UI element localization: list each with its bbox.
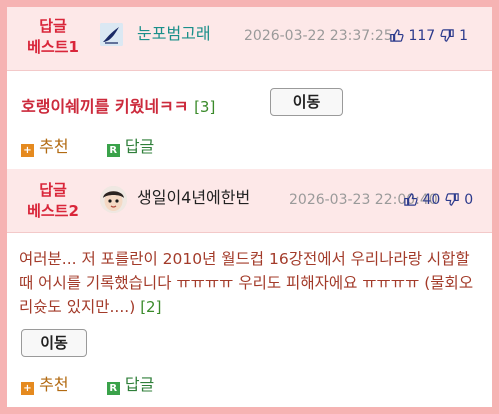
plus-icon: + <box>21 382 34 395</box>
badge-line1: 답글 <box>39 17 67 35</box>
best-badge-1: 답글 베스트1 <box>7 16 99 58</box>
dislike-count: 1 <box>459 28 469 44</box>
thumbs-down-icon[interactable] <box>440 28 459 44</box>
badge-line2: 베스트1 <box>27 38 79 56</box>
thumbs-up-icon[interactable] <box>403 192 422 208</box>
reply-button[interactable]: R 답글 <box>106 375 155 395</box>
avatar[interactable] <box>100 23 123 46</box>
like-count: 40 <box>422 192 441 208</box>
recommend-button[interactable]: + 추천 <box>21 137 74 157</box>
reply-button[interactable]: R 답글 <box>106 137 155 157</box>
username[interactable]: 눈포범고래 <box>137 24 211 44</box>
like-count: 117 <box>408 28 436 44</box>
username[interactable]: 생일이4년에한번 <box>137 188 250 208</box>
reply-r-icon: R <box>106 382 120 395</box>
thumbs-down-icon[interactable] <box>445 192 464 208</box>
plus-icon: + <box>21 144 34 157</box>
comment-text: 여러분... 저 포를란이 2010년 월드컵 16강전에서 우리나라랑 시합할… <box>19 247 481 319</box>
best-comment-header-2: 답글 베스트2 생일이4년에한번 2026-03-23 22:00:40 40 <box>7 169 492 233</box>
vote-box: 40 0 <box>403 190 473 210</box>
reply-label: 답글 <box>124 375 155 394</box>
dislike-count: 0 <box>464 192 474 208</box>
move-button[interactable]: 이동 <box>270 88 343 116</box>
comment-body: 여러분... 저 포를란이 2010년 월드컵 16강전에서 우리나라랑 시합할… <box>19 250 474 316</box>
comment-list: 답글 베스트1 눈포범고래 2026-03-22 23:37:25 117 1 … <box>7 7 492 407</box>
comment-actions: + 추천 R 답글 <box>21 133 154 157</box>
avatar[interactable] <box>100 186 127 213</box>
badge-line2: 베스트2 <box>27 202 79 220</box>
reply-label: 답글 <box>124 137 155 156</box>
recommend-label: 추천 <box>39 137 69 156</box>
comment-title: 호랭이쉐끼를 키웠네ㅋㅋ <box>21 97 189 116</box>
recommend-label: 추천 <box>39 375 69 394</box>
move-button[interactable]: 이동 <box>21 329 87 357</box>
post-date: 2026-03-22 23:37:25 <box>244 28 393 44</box>
recommend-button[interactable]: + 추천 <box>21 375 74 395</box>
best-comment-header-1: 답글 베스트1 눈포범고래 2026-03-22 23:37:25 117 1 <box>7 7 492 71</box>
reply-r-icon: R <box>106 144 120 157</box>
comment-actions: + 추천 R 답글 <box>21 371 154 395</box>
reply-count[interactable]: [3] <box>194 98 215 116</box>
best-badge-2: 답글 베스트2 <box>7 180 99 222</box>
comment-text: 호랭이쉐끼를 키웠네ㅋㅋ [3] <box>21 93 215 117</box>
thumbs-up-icon[interactable] <box>389 28 408 44</box>
reply-count[interactable]: [2] <box>140 298 161 316</box>
badge-line1: 답글 <box>39 181 67 199</box>
vote-box: 117 1 <box>389 26 468 46</box>
